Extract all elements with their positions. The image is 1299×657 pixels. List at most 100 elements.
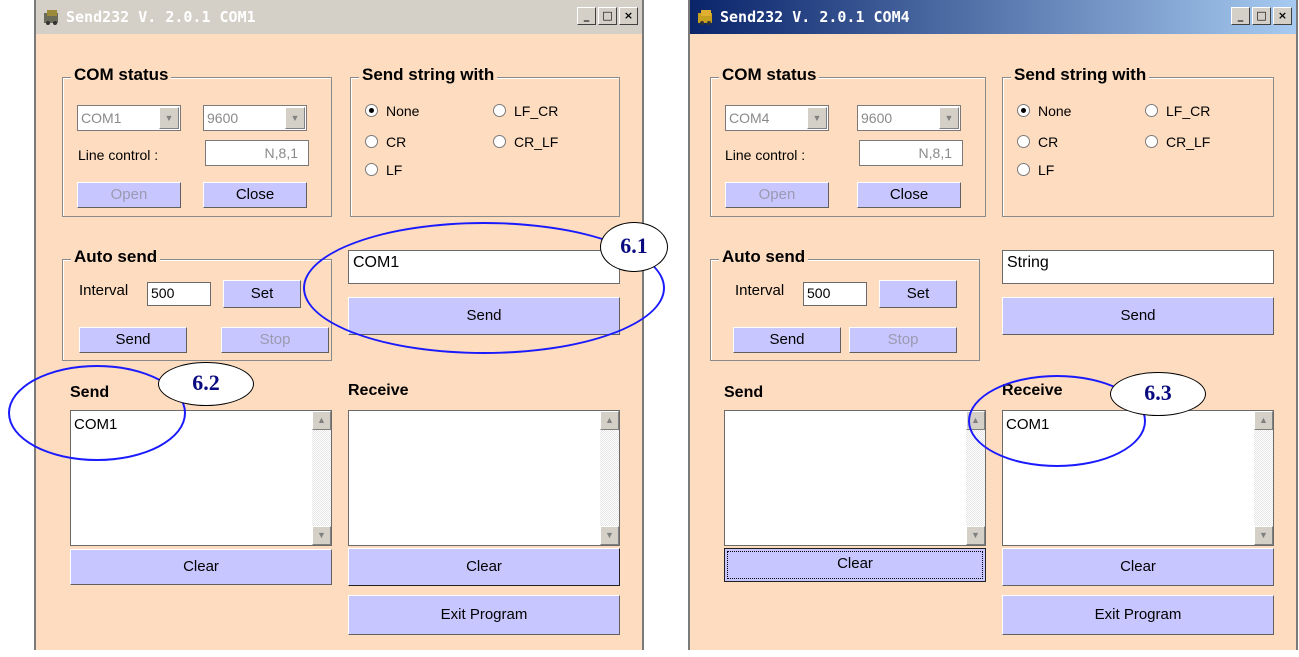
send-string-with-group: Send string with None CR LF LF_CR CR_LF — [1002, 65, 1274, 217]
open-button[interactable]: Open — [77, 182, 181, 208]
scrollbar[interactable]: ▲ ▼ — [600, 411, 619, 545]
title-bar[interactable]: Send232 V. 2.0.1 COM4 _ □ × — [690, 0, 1296, 34]
scroll-up-icon[interactable]: ▲ — [600, 411, 619, 430]
radio-label: LF — [1038, 162, 1055, 178]
auto-send-legend: Auto send — [71, 247, 161, 267]
minimize-icon[interactable]: _ — [1231, 7, 1250, 25]
auto-send-legend: Auto send — [719, 247, 809, 267]
string-input[interactable]: String — [1002, 250, 1274, 284]
send-log[interactable]: ▲ ▼ — [724, 410, 986, 546]
minimize-icon[interactable]: _ — [577, 7, 596, 25]
send-section-label: Send — [724, 384, 764, 401]
scroll-up-icon[interactable]: ▲ — [312, 411, 331, 430]
close-icon[interactable]: × — [619, 7, 638, 25]
radio-icon — [1145, 135, 1158, 148]
radio-label: LF — [386, 162, 403, 178]
baud-value: 9600 — [861, 110, 893, 126]
radio-lf[interactable]: LF — [365, 162, 402, 178]
auto-send-group: Auto send Interval 500 Set Send Stop — [62, 247, 332, 361]
clear-send-button[interactable]: Clear — [724, 548, 986, 582]
exit-program-button[interactable]: Exit Program — [348, 595, 620, 635]
callout-badge-6-3: 6.3 — [1110, 372, 1206, 416]
scroll-up-icon[interactable]: ▲ — [1254, 411, 1273, 430]
radio-cr[interactable]: CR — [365, 134, 406, 150]
radio-cr-lf[interactable]: CR_LF — [493, 134, 558, 150]
maximize-icon[interactable]: □ — [598, 7, 617, 25]
send-string-with-legend: Send string with — [359, 65, 498, 85]
chevron-down-icon[interactable]: ▼ — [807, 107, 827, 129]
send-string-with-group: Send string with None CR LF LF_CR CR_LF — [350, 65, 620, 217]
stop-button[interactable]: Stop — [221, 327, 329, 353]
radio-none[interactable]: None — [365, 103, 419, 119]
send-string-with-legend: Send string with — [1011, 65, 1150, 85]
port-value: COM1 — [81, 110, 122, 126]
radio-label: CR — [1038, 134, 1059, 150]
com-status-group: COM status COM1 ▼ 9600 ▼ Line control : … — [62, 65, 332, 217]
radio-cr-lf[interactable]: CR_LF — [1145, 134, 1210, 150]
radio-label: CR_LF — [1166, 134, 1211, 150]
baud-value: 9600 — [207, 110, 239, 126]
baud-select[interactable]: 9600 ▼ — [857, 105, 961, 131]
send-string-button[interactable]: Send — [1002, 297, 1274, 335]
line-control-field: N,8,1 — [859, 140, 963, 166]
close-icon[interactable]: × — [1273, 7, 1292, 25]
interval-input[interactable]: 500 — [147, 282, 211, 306]
receive-log[interactable]: ▲ ▼ — [348, 410, 620, 546]
radio-icon — [365, 163, 378, 176]
stop-button[interactable]: Stop — [849, 327, 957, 353]
radio-lf-cr[interactable]: LF_CR — [493, 103, 558, 119]
clear-receive-button[interactable]: Clear — [1002, 548, 1274, 586]
send232-window-com4: Send232 V. 2.0.1 COM4 _ □ × COM status C… — [688, 0, 1298, 650]
radio-icon — [1017, 135, 1030, 148]
clear-send-button[interactable]: Clear — [70, 549, 332, 585]
line-control-label: Line control : — [78, 147, 159, 163]
radio-label: None — [386, 103, 420, 119]
radio-lf-cr[interactable]: LF_CR — [1145, 103, 1210, 119]
com-status-legend: COM status — [71, 65, 172, 85]
title-bar[interactable]: Send232 V. 2.0.1 COM1 _ □ × — [36, 0, 642, 34]
app-icon — [44, 10, 58, 25]
interval-input[interactable]: 500 — [803, 282, 867, 306]
scroll-down-icon[interactable]: ▼ — [966, 526, 985, 545]
chevron-down-icon[interactable]: ▼ — [159, 107, 179, 129]
scrollbar[interactable]: ▲ ▼ — [1254, 411, 1273, 545]
set-button[interactable]: Set — [223, 280, 301, 308]
radio-icon — [493, 104, 506, 117]
port-select[interactable]: COM1 ▼ — [77, 105, 181, 131]
auto-send-button[interactable]: Send — [79, 327, 187, 353]
maximize-icon[interactable]: □ — [1252, 7, 1271, 25]
baud-select[interactable]: 9600 ▼ — [203, 105, 307, 131]
radio-label: LF_CR — [514, 103, 559, 119]
auto-send-button[interactable]: Send — [733, 327, 841, 353]
line-control-label: Line control : — [725, 147, 806, 163]
radio-cr[interactable]: CR — [1017, 134, 1058, 150]
chevron-down-icon[interactable]: ▼ — [939, 107, 959, 129]
interval-label: Interval — [735, 282, 785, 299]
clear-receive-button[interactable]: Clear — [348, 548, 620, 586]
com-status-legend: COM status — [719, 65, 820, 85]
radio-lf[interactable]: LF — [1017, 162, 1054, 178]
com-status-group: COM status COM4 ▼ 9600 ▼ Line control : … — [710, 65, 986, 217]
chevron-down-icon[interactable]: ▼ — [285, 107, 305, 129]
line-control-field: N,8,1 — [205, 140, 309, 166]
exit-program-button[interactable]: Exit Program — [1002, 595, 1274, 635]
radio-none[interactable]: None — [1017, 103, 1071, 119]
radio-label: None — [1038, 103, 1072, 119]
close-button[interactable]: Close — [857, 182, 961, 208]
scrollbar[interactable]: ▲ ▼ — [312, 411, 331, 545]
close-button[interactable]: Close — [203, 182, 307, 208]
scroll-down-icon[interactable]: ▼ — [1254, 526, 1273, 545]
radio-selected-icon — [1017, 104, 1030, 117]
window-title: Send232 V. 2.0.1 COM1 — [66, 8, 256, 26]
radio-selected-icon — [365, 104, 378, 117]
port-select[interactable]: COM4 ▼ — [725, 105, 829, 131]
radio-icon — [1145, 104, 1158, 117]
window-title: Send232 V. 2.0.1 COM4 — [720, 8, 910, 26]
open-button[interactable]: Open — [725, 182, 829, 208]
interval-label: Interval — [79, 282, 129, 299]
radio-label: CR — [386, 134, 407, 150]
set-button[interactable]: Set — [879, 280, 957, 308]
app-icon — [698, 10, 712, 25]
scroll-down-icon[interactable]: ▼ — [312, 526, 331, 545]
scroll-down-icon[interactable]: ▼ — [600, 526, 619, 545]
